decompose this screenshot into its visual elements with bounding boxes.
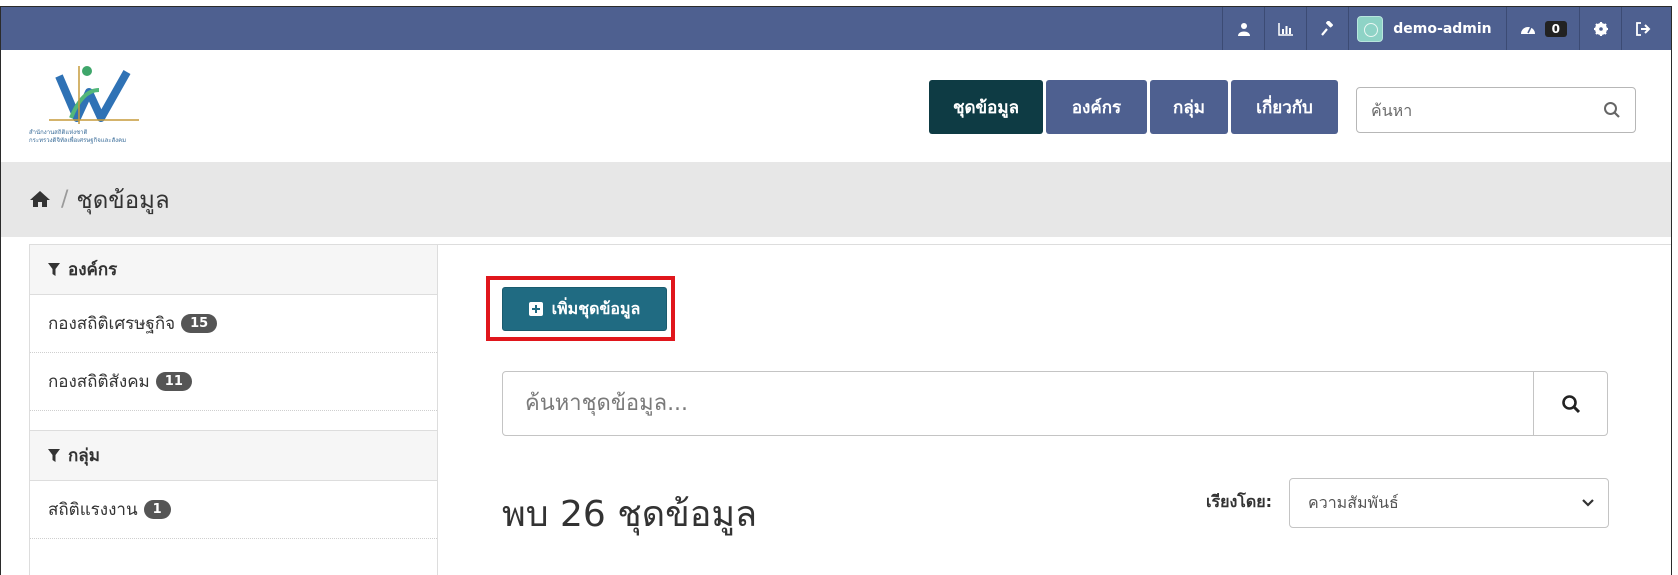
groups-facet-heading: กลุ่ม xyxy=(30,431,437,481)
dashboard-link[interactable]: 0 xyxy=(1505,7,1579,50)
avatar xyxy=(1357,15,1384,42)
facet-count-badge: 1 xyxy=(143,500,171,519)
result-count-heading: พบ 26 ชุดข้อมูล xyxy=(502,494,758,535)
bar-chart-icon xyxy=(1278,22,1293,36)
search-icon xyxy=(1561,394,1580,413)
logo-line-2: กระทรวงดิจิทัลเพื่อเศรษฐกิจและสังคม xyxy=(29,137,127,144)
admin-tools-link[interactable] xyxy=(1306,7,1348,50)
sign-out-icon xyxy=(1635,21,1650,36)
nav-organizations[interactable]: องค์กร xyxy=(1046,80,1147,134)
facet-item-label: กองสถิติสังคม xyxy=(48,372,150,392)
masthead: สำนักงานสถิติแห่งชาติ กระทรวงดิจิทัลเพื่… xyxy=(1,50,1671,162)
gear-icon xyxy=(1593,21,1608,36)
filter-icon xyxy=(48,449,60,462)
facet-item-org-economic[interactable]: กองสถิติเศรษฐกิจ 15 xyxy=(30,295,437,353)
facet-item-label: สถิติแรงงาน xyxy=(48,500,138,520)
sysadmin-link[interactable] xyxy=(1222,7,1264,50)
chevron-down-icon xyxy=(1582,499,1594,507)
home-icon[interactable] xyxy=(29,186,51,214)
facet-count-badge: 15 xyxy=(181,314,218,333)
gavel-icon xyxy=(1320,20,1333,36)
site-logo[interactable]: สำนักงานสถิติแห่งชาติ กระทรวงดิจิทัลเพื่… xyxy=(29,62,189,150)
facet-heading-label: องค์กร xyxy=(68,260,118,280)
account-bar: demo-admin 0 xyxy=(1,7,1671,50)
nav-datasets[interactable]: ชุดข้อมูล xyxy=(929,80,1043,134)
facet-count-badge: 11 xyxy=(155,372,192,391)
logout-link[interactable] xyxy=(1621,7,1663,50)
settings-link[interactable] xyxy=(1579,7,1621,50)
breadcrumb: / ชุดข้อมูล xyxy=(29,180,170,219)
dashboard-icon xyxy=(1520,26,1535,34)
logo-emblem-icon xyxy=(49,66,139,124)
add-dataset-button[interactable]: เพิ่มชุดข้อมูล xyxy=(502,287,667,331)
breadcrumb-separator: / xyxy=(61,187,69,212)
main-content: เพิ่มชุดข้อมูล พบ 26 ชุดข้อมูล เรียงโดย:… xyxy=(437,244,1671,575)
sort-select[interactable]: ความสัมพันธ์ xyxy=(1289,478,1609,528)
sort-selected-value: ความสัมพันธ์ xyxy=(1308,492,1399,512)
organizations-facet-heading: องค์กร xyxy=(30,245,437,295)
user-icon xyxy=(1237,22,1250,36)
dataset-search-button[interactable] xyxy=(1533,372,1607,435)
dataset-search xyxy=(502,371,1608,436)
dashboard-stats-link[interactable] xyxy=(1264,7,1306,50)
nav-groups[interactable]: กลุ่ม xyxy=(1150,80,1228,134)
site-search-input[interactable] xyxy=(1357,88,1587,132)
plus-square-icon xyxy=(528,302,543,316)
breadcrumb-current[interactable]: ชุดข้อมูล xyxy=(76,180,169,219)
nav-about[interactable]: เกี่ยวกับ xyxy=(1231,80,1338,134)
logo-text: สำนักงานสถิติแห่งชาติ กระทรวงดิจิทัลเพื่… xyxy=(29,129,189,145)
facet-item-org-social[interactable]: กองสถิติสังคม 11 xyxy=(30,353,437,411)
site-search xyxy=(1356,87,1636,133)
user-profile-link[interactable]: demo-admin xyxy=(1348,7,1505,50)
facet-item-label: กองสถิติเศรษฐกิจ xyxy=(48,314,176,334)
logo-line-1: สำนักงานสถิติแห่งชาติ xyxy=(29,129,88,136)
facet-item-group-labour[interactable]: สถิติแรงงาน 1 xyxy=(30,481,437,539)
activity-count-badge: 0 xyxy=(1544,20,1567,37)
main-nav: ชุดข้อมูล องค์กร กลุ่ม เกี่ยวกับ xyxy=(929,80,1338,134)
page-frame: demo-admin 0 สำนักงานสถิติแห่งชาติ กระทร… xyxy=(0,6,1672,575)
dataset-search-input[interactable] xyxy=(503,372,1533,435)
filter-icon xyxy=(48,263,60,276)
username: demo-admin xyxy=(1393,20,1492,37)
sort-label: เรียงโดย: xyxy=(1206,492,1273,511)
search-icon[interactable] xyxy=(1603,101,1621,123)
facet-heading-label: กลุ่ม xyxy=(68,446,100,466)
facet-gap xyxy=(30,411,437,431)
toolbar: / ชุดข้อมูล xyxy=(1,162,1671,237)
add-dataset-label: เพิ่มชุดข้อมูล xyxy=(551,298,641,318)
sidebar: องค์กร กองสถิติเศรษฐกิจ 15 กองสถิติสังคม… xyxy=(29,244,437,575)
